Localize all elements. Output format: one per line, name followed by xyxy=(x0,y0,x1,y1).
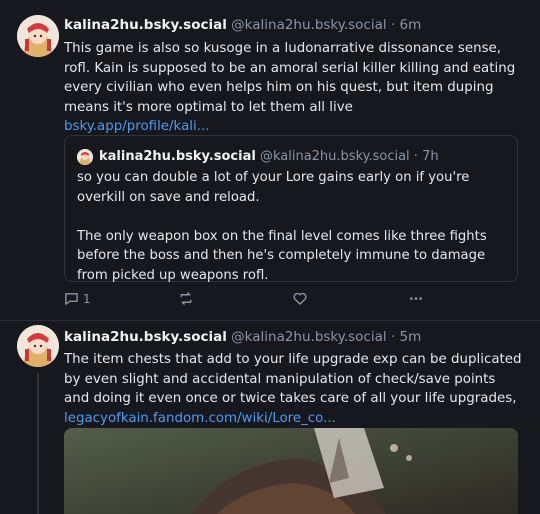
avatar[interactable] xyxy=(17,15,59,57)
quoted-paragraph-2: The only weapon box on the final level c… xyxy=(77,228,487,283)
game-screenshot-image xyxy=(64,428,518,514)
post-header: kalina2hu.bsky.social @kalina2hu.bsky.so… xyxy=(64,17,422,33)
thread-line xyxy=(37,373,39,514)
quoted-paragraph-1: so you can double a lot of your Lore gai… xyxy=(77,170,470,205)
quoted-display-name: kalina2hu.bsky.social xyxy=(99,149,256,164)
post-1[interactable]: kalina2hu.bsky.social @kalina2hu.bsky.so… xyxy=(0,0,540,320)
post-link[interactable]: bsky.app/profile/kali... xyxy=(64,119,209,134)
display-name[interactable]: kalina2hu.bsky.social xyxy=(64,329,227,345)
repost-button[interactable] xyxy=(178,291,194,306)
quoted-avatar xyxy=(77,149,93,165)
post-actions: 1 xyxy=(64,291,464,309)
post-text: This game is also so kusoge in a ludonar… xyxy=(64,39,524,137)
quoted-text: so you can double a lot of your Lore gai… xyxy=(77,168,507,285)
heart-icon xyxy=(293,292,307,305)
repost-icon xyxy=(180,292,192,305)
reply-button[interactable]: 1 xyxy=(64,291,91,306)
quoted-header: kalina2hu.bsky.social @kalina2hu.bsky.so… xyxy=(99,149,439,164)
post-header: kalina2hu.bsky.social @kalina2hu.bsky.so… xyxy=(64,329,422,345)
post-image[interactable] xyxy=(64,428,518,514)
post-text-content: This game is also so kusoge in a ludonar… xyxy=(64,41,516,115)
post-link[interactable]: legacyofkain.fandom.com/wiki/Lore_co... xyxy=(64,411,336,426)
quoted-timestamp: 7h xyxy=(422,149,439,164)
post-text: The item chests that add to your life up… xyxy=(64,350,524,428)
reply-icon xyxy=(65,293,78,305)
handle[interactable]: @kalina2hu.bsky.social xyxy=(231,17,386,33)
quoted-post[interactable]: kalina2hu.bsky.social @kalina2hu.bsky.so… xyxy=(64,135,518,285)
timestamp[interactable]: 5m xyxy=(400,329,422,345)
more-icon xyxy=(410,297,422,300)
more-options-button[interactable] xyxy=(408,291,424,306)
avatar[interactable] xyxy=(17,325,59,367)
timestamp[interactable]: 6m xyxy=(400,17,422,33)
post-text-content: The item chests that add to your life up… xyxy=(64,352,522,406)
quoted-handle: @kalina2hu.bsky.social xyxy=(259,149,410,164)
reply-count: 1 xyxy=(83,291,91,306)
display-name[interactable]: kalina2hu.bsky.social xyxy=(64,17,227,33)
handle[interactable]: @kalina2hu.bsky.social xyxy=(231,329,386,345)
like-button[interactable] xyxy=(292,291,308,306)
